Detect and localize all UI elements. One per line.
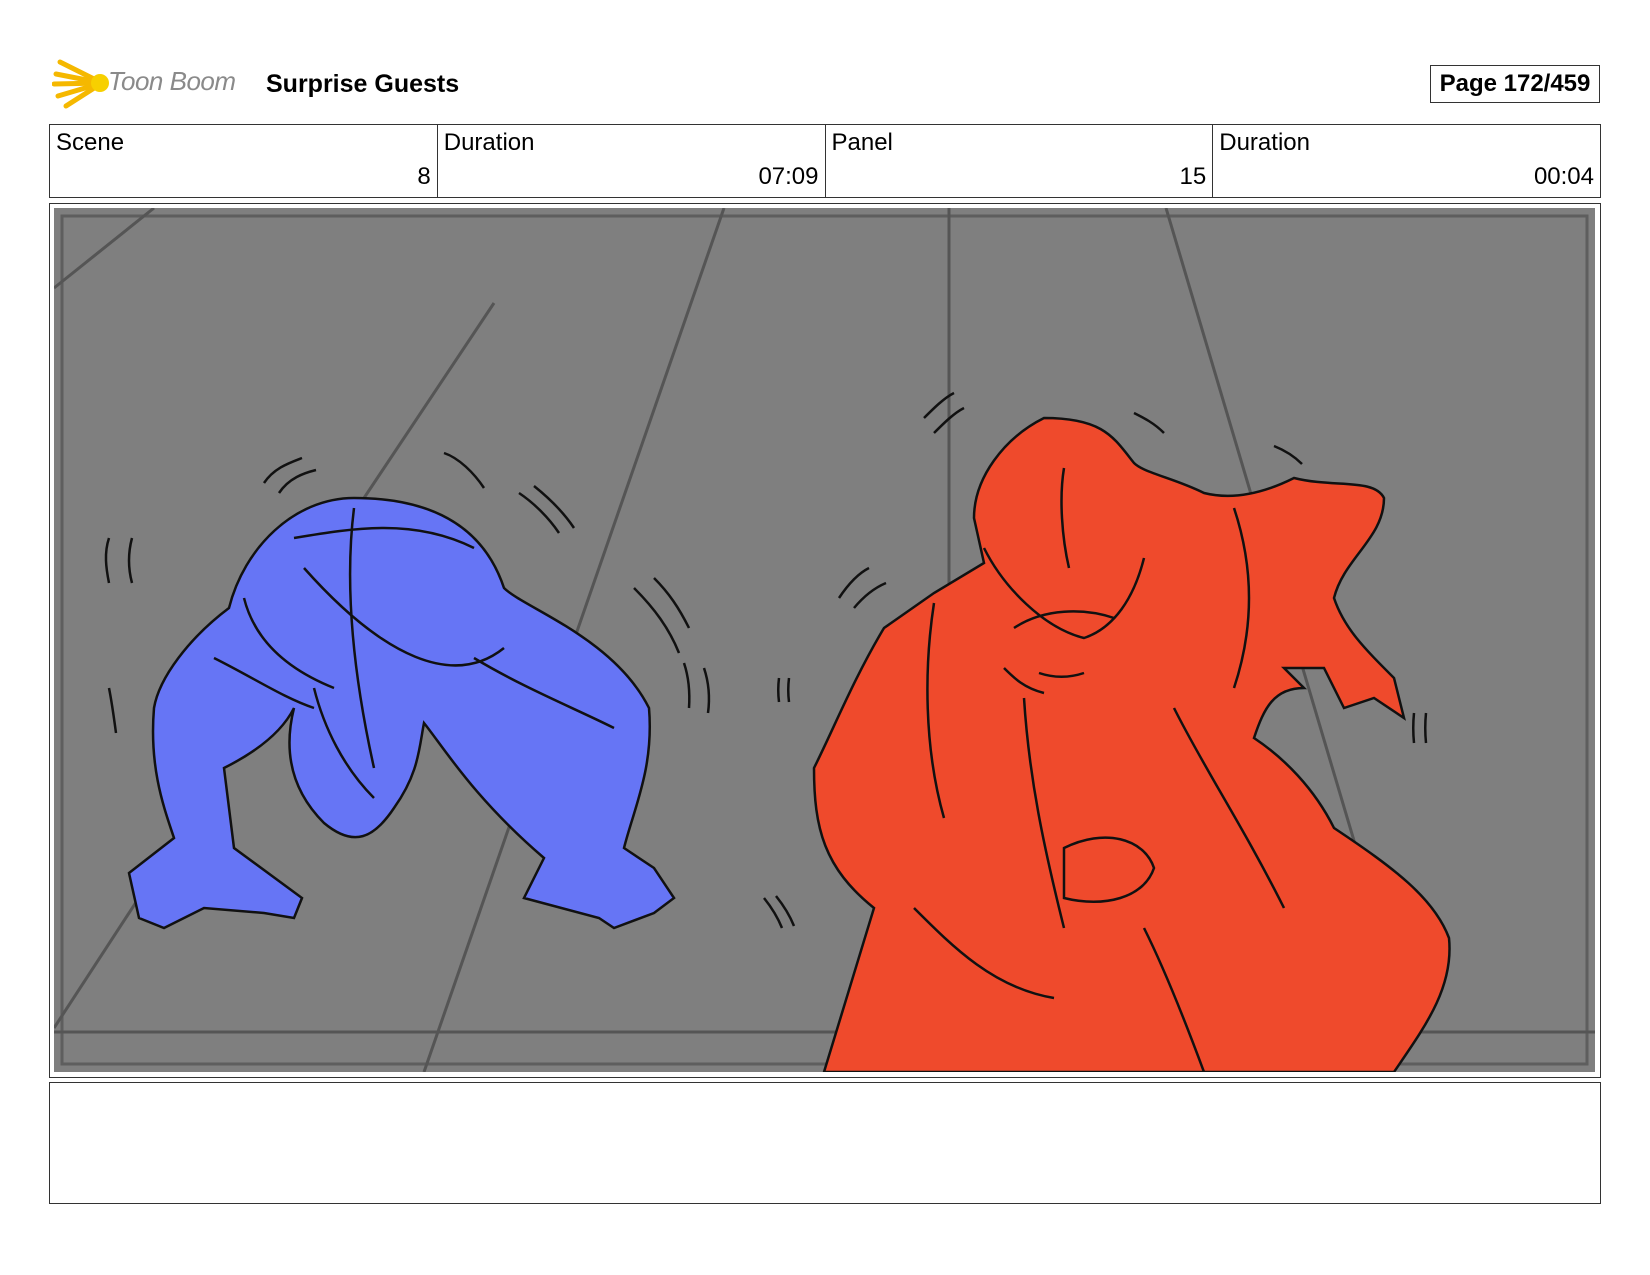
scene-cell: Scene 8 xyxy=(50,125,438,197)
panel-label: Panel xyxy=(831,129,893,156)
panel-value: 15 xyxy=(1179,163,1207,190)
toon-boom-logo: Toon Boom xyxy=(51,56,252,110)
scene-duration-label: Duration xyxy=(443,129,535,156)
storyboard-panel xyxy=(49,203,1601,1078)
notes-box xyxy=(49,1082,1601,1204)
starburst-icon xyxy=(51,59,109,109)
page-number-box: Page 172/459 xyxy=(1430,65,1600,103)
scene-value: 8 xyxy=(417,163,431,190)
panel-duration-label: Duration xyxy=(1219,129,1310,156)
scene-duration-cell: Duration 07:09 xyxy=(438,125,826,197)
panel-duration-cell: Duration 00:04 xyxy=(1213,125,1600,197)
scene-duration-value: 07:09 xyxy=(758,163,819,190)
page-number: Page 172/459 xyxy=(1439,70,1591,97)
panel-artwork xyxy=(54,208,1595,1072)
document-title: Surprise Guests xyxy=(266,70,460,98)
scene-info-row: Scene 8 Duration 07:09 Panel 15 Duration… xyxy=(49,124,1601,198)
panel-duration-value: 00:04 xyxy=(1533,163,1594,190)
logo-text: Toon Boom xyxy=(108,66,236,96)
panel-cell: Panel 15 xyxy=(826,125,1214,197)
scene-label: Scene xyxy=(56,129,125,156)
